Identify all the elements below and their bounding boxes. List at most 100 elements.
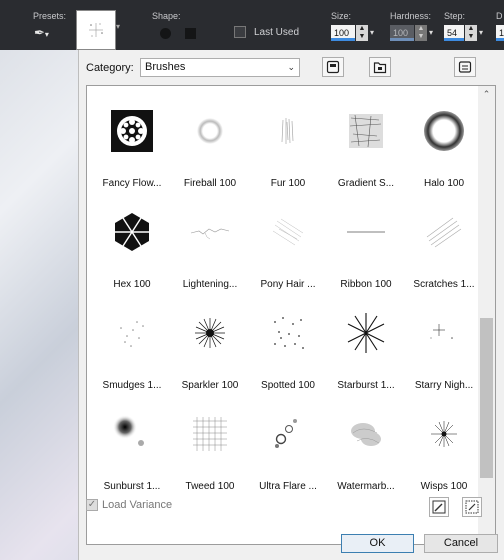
brush-tip-preview[interactable] <box>76 10 116 50</box>
last-used-checkbox[interactable] <box>234 26 246 38</box>
brush-label: Ultra Flare ... <box>259 481 317 492</box>
vertical-scrollbar[interactable]: ⌃ ⌄ <box>478 86 495 544</box>
brush-toolbar: Presets: ✒▾ ▾ Shape: Last Used Size: 100… <box>0 0 504 50</box>
brush-cell-ribbon[interactable]: Ribbon 100 <box>327 194 405 295</box>
starry-night-icon <box>419 308 469 358</box>
save-icon <box>326 60 340 74</box>
brush-cell-tweed[interactable]: Tweed 100 <box>171 396 249 497</box>
category-value: Brushes <box>145 61 186 73</box>
brush-cell-sunburst[interactable]: Sunburst 1... <box>93 396 171 497</box>
sunburst-icon <box>107 409 157 459</box>
step-input[interactable]: 54 <box>444 25 464 41</box>
step-label: Step: <box>444 11 466 21</box>
gradient-icon <box>341 106 391 156</box>
brush-cell-pony-hair[interactable]: Pony Hair ... <box>249 194 327 295</box>
brush-cell-starry-night[interactable]: Starry Nigh... <box>405 295 483 396</box>
brush-icon: ✒ <box>34 25 45 40</box>
fancy-flower-icon <box>107 106 157 156</box>
brush-label: Halo 100 <box>423 178 465 189</box>
brush-label: Wisps 100 <box>420 481 468 492</box>
halo-icon <box>419 106 469 156</box>
brush-grid: Fancy Flow... Fireball 100 Fur 100 Gradient… <box>86 85 496 545</box>
open-folder-button[interactable] <box>369 57 391 77</box>
brush-tip-dialog: Category: Brushes ⌄ Fancy Flow... Firebal… <box>78 50 504 560</box>
brush-label: Smudges 1... <box>102 380 162 391</box>
hardness-spinner[interactable]: ▲ ▼ <box>415 25 427 41</box>
brush-label: Hex 100 <box>113 279 151 290</box>
brush-settings-icon <box>465 500 479 514</box>
size-input[interactable]: 100 <box>331 25 355 41</box>
ok-button[interactable]: OK <box>341 534 414 553</box>
load-variance-checkbox[interactable]: ✓ <box>86 499 98 511</box>
brush-cell-halo[interactable]: Halo 100 <box>405 93 483 194</box>
brush-label: Tweed 100 <box>185 481 235 492</box>
brush-cell-lightning[interactable]: Lightening... <box>171 194 249 295</box>
brush-cell-gradient[interactable]: Gradient S... <box>327 93 405 194</box>
scroll-thumb[interactable] <box>480 318 493 478</box>
size-spinner[interactable]: ▲ ▼ <box>356 25 368 41</box>
cancel-button[interactable]: Cancel <box>424 534 498 553</box>
scroll-up-arrow[interactable]: ⌃ <box>478 86 495 103</box>
step-spinner[interactable]: ▲ ▼ <box>465 25 477 41</box>
brush-cell-scratches[interactable]: Scratches 1... <box>405 194 483 295</box>
category-select[interactable]: Brushes ⌄ <box>140 58 300 77</box>
square-shape-button[interactable] <box>185 28 196 39</box>
tweed-icon <box>185 409 235 459</box>
scratches-icon <box>419 207 469 257</box>
brush-label: Spotted 100 <box>261 380 315 391</box>
presets-label: Presets: <box>33 11 67 21</box>
size-label: Size: <box>331 11 352 21</box>
last-used-label: Last Used <box>254 27 300 38</box>
options-button[interactable] <box>454 57 476 77</box>
brush-label: Fancy Flow... <box>102 178 162 189</box>
brush-cell-starburst[interactable]: Starburst 1... <box>327 295 405 396</box>
edit-brush-icon <box>432 500 446 514</box>
sparkler-icon <box>185 308 235 358</box>
brush-label: Ribbon 100 <box>340 279 392 290</box>
size-dropdown-arrow[interactable]: ▾ <box>370 25 379 41</box>
brush-cell-smudges[interactable]: Smudges 1... <box>93 295 171 396</box>
lightning-icon <box>185 207 235 257</box>
brush-label: Starburst 1... <box>337 380 395 391</box>
hardness-input[interactable]: 100 <box>390 25 414 41</box>
edit-brush-button[interactable] <box>429 497 449 517</box>
presets-dropdown[interactable]: ✒▾ <box>34 24 60 42</box>
chevron-down-icon: ⌄ <box>287 62 295 72</box>
smudges-icon <box>107 308 157 358</box>
brush-cell-fur[interactable]: Fur 100 <box>249 93 327 194</box>
brush-cell-hex[interactable]: Hex 100 <box>93 194 171 295</box>
brush-cell-wisps[interactable]: Wisps 100 <box>405 396 483 497</box>
spotted-icon <box>263 308 313 358</box>
density-input[interactable]: 1 <box>496 25 504 41</box>
brush-label: Pony Hair ... <box>260 279 316 290</box>
brush-tip-icon <box>89 23 103 37</box>
density-label: D <box>496 11 503 21</box>
hex-icon <box>107 207 157 257</box>
watermarble-icon <box>341 409 391 459</box>
hardness-dropdown-arrow[interactable]: ▾ <box>429 25 438 41</box>
pony-hair-icon <box>263 207 313 257</box>
wisps-icon <box>419 409 469 459</box>
brush-tip-dropdown-arrow[interactable]: ▾ <box>116 22 124 32</box>
round-shape-button[interactable] <box>160 28 171 39</box>
brush-cell-spotted[interactable]: Spotted 100 <box>249 295 327 396</box>
brush-cell-watermarble[interactable]: Watermarb... <box>327 396 405 497</box>
brush-cell-fireball[interactable]: Fireball 100 <box>171 93 249 194</box>
brush-options-button[interactable] <box>462 497 482 517</box>
brush-cell-sparkler[interactable]: Sparkler 100 <box>171 295 249 396</box>
brush-label: Sunburst 1... <box>103 481 161 492</box>
fur-icon <box>263 106 313 156</box>
brush-label: Scratches 1... <box>413 279 475 290</box>
step-dropdown-arrow[interactable]: ▾ <box>479 25 488 41</box>
brush-label: Watermarb... <box>337 481 395 492</box>
folder-icon <box>373 62 387 74</box>
load-variance-label: Load Variance <box>102 499 173 511</box>
save-brush-button[interactable] <box>322 57 344 77</box>
brush-label: Gradient S... <box>337 178 395 189</box>
grid-view-icon <box>458 61 472 73</box>
ultra-flare-icon <box>263 409 313 459</box>
category-label: Category: <box>86 62 134 74</box>
brush-cell-ultra-flare[interactable]: Ultra Flare ... <box>249 396 327 497</box>
starburst-icon <box>341 308 391 358</box>
brush-cell-fancy-flower[interactable]: Fancy Flow... <box>93 93 171 194</box>
